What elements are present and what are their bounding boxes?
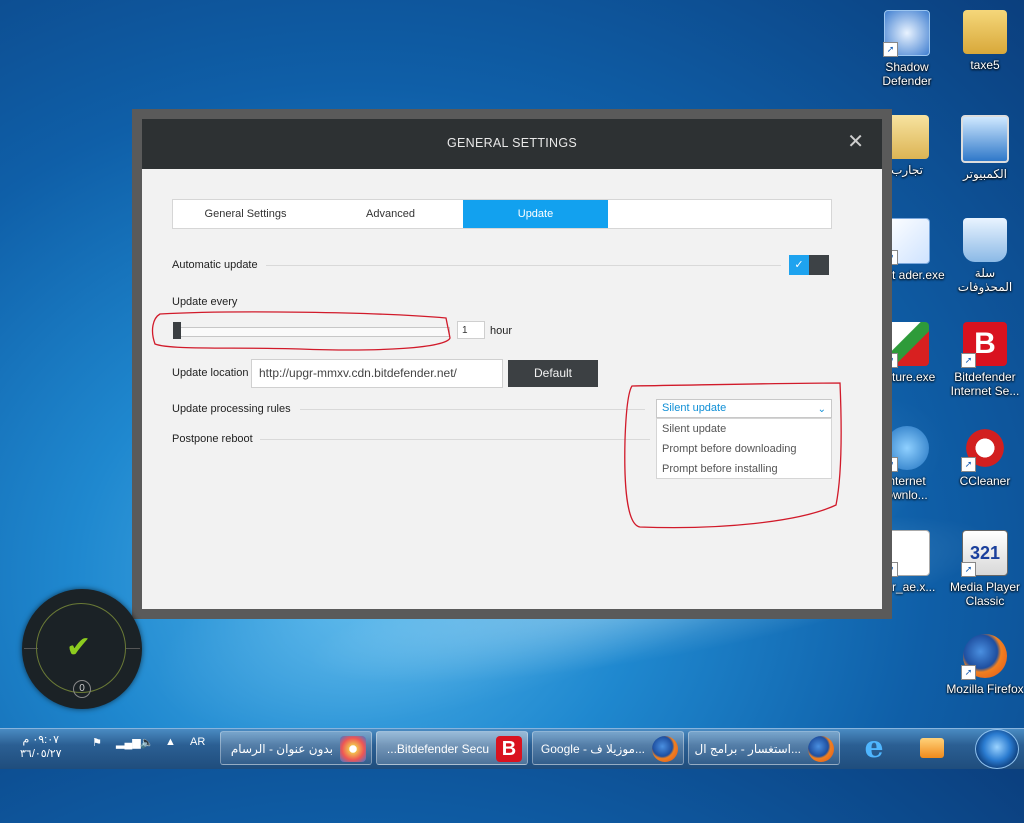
taskbar-clock[interactable]: ٠٩:٠٧ م ٣٦/٠٥/٢٧ [20,733,62,761]
clock-time: ٠٩:٠٧ م [22,734,60,746]
action-center-flag-icon[interactable]: ⚑ [92,736,102,749]
computer-icon [961,115,1009,163]
divider [300,409,645,410]
desktop-icon-ccleaner[interactable]: ➚ CCleaner [946,426,1024,488]
taskbar-pinned-internet-explorer[interactable]: e [856,731,892,765]
desktop-icon-media-player[interactable]: 321 ➚ Media Player Classic [946,530,1024,608]
divider [266,265,781,266]
desktop-icon-firefox[interactable]: ➚ Mozilla Firefox [946,634,1024,696]
check-icon: ✓ [789,255,809,275]
taskbar-window-firefox-forum[interactable]: استغسار - برامج ال... [688,731,840,765]
user-folder-icon [963,10,1007,54]
clock-date: ٣٦/٠٥/٢٧ [20,748,62,760]
tab-update[interactable]: Update [463,200,608,228]
default-button[interactable]: Default [508,360,598,387]
paint-icon [340,736,366,762]
toggle-off-half [809,255,829,275]
desktop-icon-label: Media Player Classic [949,580,1021,608]
tab-advanced[interactable]: Advanced [318,200,463,228]
automatic-update-toggle[interactable]: ✓ [789,255,829,275]
shield-icon: ➚ [883,10,930,57]
widget-dash [126,648,140,649]
media-player-icon: 321 ➚ [961,530,1008,577]
desktop-icon-shadow-defender[interactable]: ➚ Shadow Defender [868,10,946,88]
ccleaner-icon: ➚ [961,426,1007,472]
desktop-icon-recycle-bin[interactable]: سلة المحذوفات [946,218,1024,294]
desktop-icon-label: Mozilla Firefox [946,682,1024,696]
taskbar-window-paint[interactable]: بدون عنوان - الرسام [220,731,372,765]
desktop-icon-label: taxe5 [970,58,1000,72]
internet-explorer-icon: e [864,730,884,765]
start-button[interactable] [975,729,1019,769]
update-location-field[interactable]: http://upgr-mmxv.cdn.bitdefender.net/ [251,359,503,388]
update-interval-unit: hour [490,325,513,337]
dialog-title: GENERAL SETTINGS [446,136,578,150]
firefox-icon [808,736,834,762]
show-hidden-icons-chevron-icon[interactable]: ▲ [165,736,176,748]
taskbar-pinned-media-player[interactable] [914,731,950,765]
settings-tabs: General Settings Advanced Update [172,199,832,229]
update-every-label: Update every [172,296,238,308]
desktop-icon-label: nternet ownlo... [886,474,928,502]
close-icon[interactable]: ✕ [847,132,864,152]
desktop-icon-label: Bitdefender Internet Se... [950,370,1020,398]
firefox-icon [652,736,678,762]
desktop-icon-label: الكمبيوتر [963,167,1007,181]
update-location-label: Update location [172,367,249,379]
tab-general-settings[interactable]: General Settings [173,200,318,228]
taskbar-window-label: بدون عنوان - الرسام [230,742,333,756]
taskbar-window-label: استغسار - برامج ال... [694,742,802,756]
selected-value: Silent update [662,402,727,414]
language-indicator[interactable]: AR [190,736,205,748]
firefox-icon: ➚ [961,634,1007,680]
desktop-icon-label: تجارب [891,163,923,177]
automatic-update-label: Automatic update [172,259,258,271]
taskbar-window-bitdefender[interactable]: ...Bitdefender Secu B [376,731,528,765]
taskbar-window-label: ...Bitdefender Secu [386,742,489,756]
desktop-icon-label: سلة المحذوفات [957,266,1013,294]
taskbar-window-label: Google - موزيلا ف... [540,742,645,756]
taskbar-window-firefox-google[interactable]: Google - موزيلا ف... [532,731,684,765]
network-icon[interactable]: ▂▄▆ [116,736,141,749]
media-player-icon [920,738,944,758]
desktop-icon-bitdefender[interactable]: B ➚ Bitdefender Internet Se... [946,322,1024,398]
update-interval-input[interactable]: 1 [457,321,485,339]
desktop-icon-label: Shadow Defender [882,60,932,88]
update-processing-rules-label: Update processing rules [172,403,291,415]
check-icon: ✔ [66,631,92,664]
volume-icon[interactable]: 🔈 [140,736,154,749]
update-interval-slider-handle[interactable] [173,322,181,339]
status-widget[interactable]: ✔ 0 [22,589,142,709]
bitdefender-icon: B ➚ [961,322,1007,368]
recycle-bin-icon [963,218,1007,262]
option-prompt-before-downloading[interactable]: Prompt before downloading [657,439,831,459]
option-silent-update[interactable]: Silent update [657,419,831,439]
divider [260,439,650,440]
widget-count: 0 [73,680,91,698]
dialog-header: GENERAL SETTINGS ✕ [142,119,882,169]
chevron-down-icon: ⌄ [817,404,826,415]
general-settings-dialog: GENERAL SETTINGS ✕ General Settings Adva… [142,119,882,609]
update-processing-rules-dropdown: Silent update Prompt before downloading … [656,418,832,479]
update-processing-rules-select[interactable]: Silent update ⌄ [656,399,832,418]
desktop-icon-computer[interactable]: الكمبيوتر [946,115,1024,181]
desktop-icon-label: CCleaner [959,474,1011,488]
postpone-reboot-label: Postpone reboot [172,433,253,445]
bitdefender-icon: B [496,736,522,762]
desktop-icon-taxe5[interactable]: taxe5 [946,10,1024,72]
option-prompt-before-installing[interactable]: Prompt before installing [657,459,831,479]
update-interval-slider-track[interactable] [178,327,450,337]
